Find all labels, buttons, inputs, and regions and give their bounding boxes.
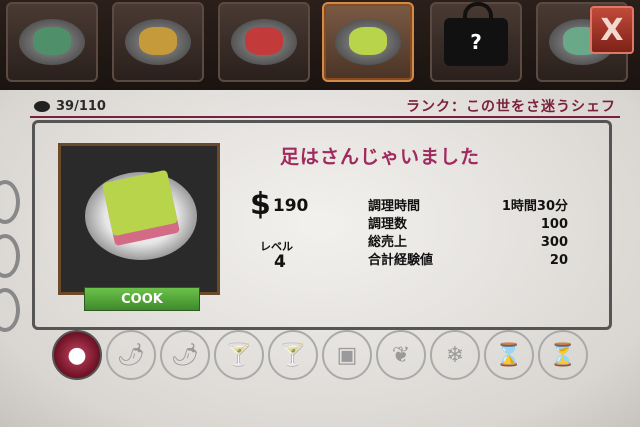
stat-row: 調理時間 1時間30分 xyxy=(368,199,568,214)
recipe-price: $ 190 xyxy=(250,187,309,222)
plate-icon xyxy=(231,19,297,65)
rank-label: ランク：この世をさ迷うシェフ xyxy=(406,99,616,115)
divider xyxy=(30,116,620,118)
leaf-icon[interactable]: ❦ xyxy=(376,330,426,380)
binder-rings xyxy=(0,180,20,342)
sauce-icon[interactable]: ● xyxy=(52,330,102,380)
cook-button[interactable]: COOK xyxy=(84,287,200,311)
tab-bar: ? X xyxy=(0,0,640,90)
close-button[interactable]: X xyxy=(590,6,634,54)
stat-row: 総売上 300 xyxy=(368,235,568,250)
collection-count: 39/110 xyxy=(34,97,106,115)
snowflake-icon[interactable]: ❄ xyxy=(430,330,480,380)
plate-icon xyxy=(19,19,85,65)
collection-icon xyxy=(34,100,50,112)
tab-jelly[interactable] xyxy=(218,2,310,82)
tab-cucumber[interactable] xyxy=(6,2,98,82)
tab-sandwich[interactable] xyxy=(322,2,414,82)
tab-locked[interactable]: ? xyxy=(430,2,522,82)
chili-icon[interactable]: 🌶 xyxy=(160,330,210,380)
level-value: 4 xyxy=(274,252,286,272)
stat-row: 調理数 100 xyxy=(368,217,568,232)
lock-icon: ? xyxy=(444,2,508,66)
cocktail-icon[interactable]: 🍸 xyxy=(214,330,264,380)
category-icons: ● 🌶 🌶 🍸 🍸 ▣ ❦ ❄ ⌛ ⏳ xyxy=(52,330,588,380)
recipe-title: 足はさんじゃいました xyxy=(280,146,481,168)
recipe-image xyxy=(58,143,220,295)
pepper-icon[interactable]: 🌶 xyxy=(106,330,156,380)
takeout-box-icon[interactable]: ▣ xyxy=(322,330,372,380)
tab-fries[interactable] xyxy=(112,2,204,82)
plate-icon xyxy=(125,19,191,65)
stat-row: 合計経験値 20 xyxy=(368,253,568,268)
drinks-icon[interactable]: 🍸 xyxy=(268,330,318,380)
plate-icon xyxy=(335,19,401,65)
dollar-icon: $ xyxy=(250,187,271,222)
recipe-stats: 調理時間 1時間30分 調理数 100 総売上 300 合計経験値 20 xyxy=(368,198,568,270)
hourglass-icon[interactable]: ⌛ xyxy=(484,330,534,380)
hourglass-slash-icon[interactable]: ⏳ xyxy=(538,330,588,380)
